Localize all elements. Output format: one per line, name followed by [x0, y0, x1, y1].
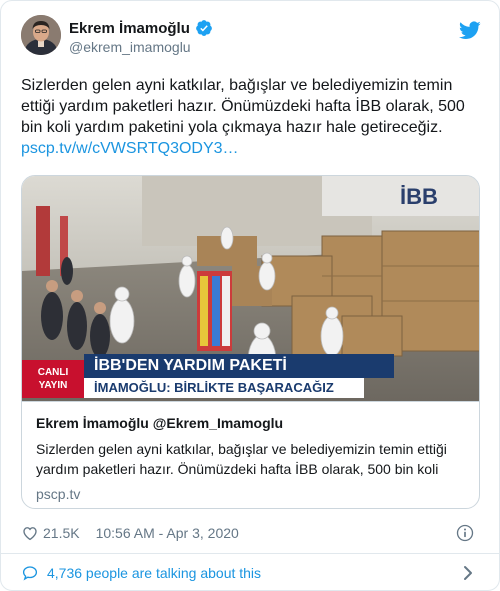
- author-avatar[interactable]: [21, 15, 61, 55]
- live-label-line1: CANLI: [37, 367, 69, 378]
- verified-badge-icon: [196, 20, 212, 36]
- tweet-body: Sizlerden gelen ayni katkılar, bağışlar …: [21, 77, 465, 136]
- author-display-name[interactable]: Ekrem İmamoğlu: [69, 20, 190, 37]
- info-icon[interactable]: [455, 523, 475, 543]
- tweet-meta-row: 21.5K 10:56 AM - Apr 3, 2020: [21, 522, 483, 544]
- twitter-bird-icon[interactable]: [459, 19, 481, 41]
- tweet-embed: Ekrem İmamoğlu @ekrem_imamoglu Sizlerden…: [0, 0, 500, 591]
- card-info: Ekrem İmamoğlu @Ekrem_Imamoglu Sizlerden…: [22, 401, 479, 508]
- conversation-link[interactable]: 4,736 people are talking about this: [21, 561, 483, 585]
- heart-icon: [23, 527, 37, 541]
- like-button[interactable]: 21.5K: [21, 524, 80, 542]
- speech-bubble-icon: [22, 566, 38, 581]
- author-handle[interactable]: @ekrem_imamoglu: [69, 39, 191, 55]
- live-label-line2: YAYIN: [38, 380, 68, 391]
- broadcast-lower-third: CANLI YAYIN İBB'DEN YARDIM PAKETİ İMAMOĞ…: [22, 354, 479, 401]
- talking-count-text: 4,736 people are talking about this: [47, 565, 262, 581]
- tweet-link[interactable]: pscp.tv/w/cVWSRTQ3ODY3…: [21, 138, 239, 159]
- card-title: Ekrem İmamoğlu @Ekrem_Imamoglu: [36, 415, 284, 431]
- broadcast-headline: İBB'DEN YARDIM PAKETİ: [84, 354, 394, 378]
- link-preview-card[interactable]: İBB CANLI YAYIN İBB'DEN YARDIM PAKETİ İM…: [21, 175, 480, 509]
- like-count: 21.5K: [43, 525, 80, 541]
- author-name-row: Ekrem İmamoğlu: [69, 19, 213, 37]
- wall-logo-text: İBB: [400, 184, 438, 209]
- card-description: Sizlerden gelen ayni katkılar, bağışlar …: [36, 441, 447, 477]
- chevron-right-icon: [464, 566, 472, 580]
- tweet-timestamp[interactable]: 10:56 AM - Apr 3, 2020: [96, 525, 239, 541]
- card-media-image: İBB CANLI YAYIN İBB'DEN YARDIM PAKETİ İM…: [22, 176, 479, 401]
- broadcast-subline: İMAMOĞLU: BİRLİKTE BAŞARACAĞIZ: [84, 378, 364, 398]
- tweet-text: Sizlerden gelen ayni katkılar, bağışlar …: [21, 75, 483, 159]
- avatar-portrait-image: [21, 15, 61, 55]
- divider: [1, 553, 499, 554]
- card-domain: pscp.tv: [36, 486, 81, 502]
- live-broadcast-badge: CANLI YAYIN: [22, 360, 84, 398]
